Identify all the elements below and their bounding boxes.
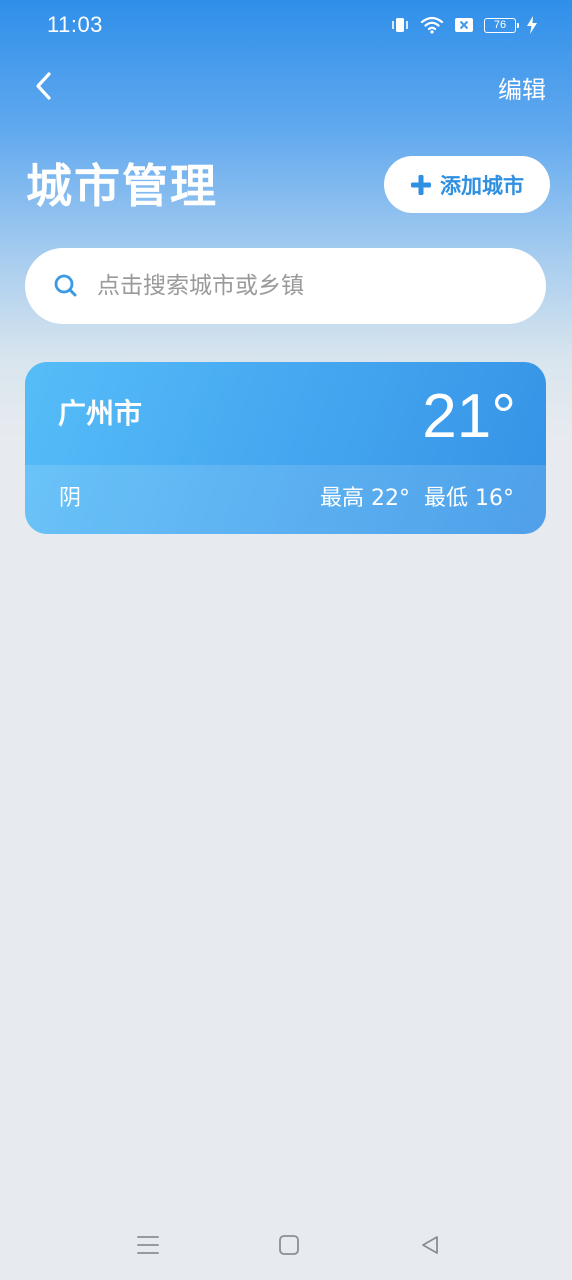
home-icon bbox=[279, 1235, 299, 1255]
city-card-guangzhou[interactable]: 广州市 21° 阴 最高 22° 最低 16° bbox=[25, 362, 546, 534]
page-title: 城市管理 bbox=[26, 159, 218, 213]
search-input[interactable] bbox=[97, 273, 517, 299]
search-bar[interactable] bbox=[25, 248, 546, 324]
vibrate-icon bbox=[390, 15, 410, 35]
home-button[interactable] bbox=[276, 1232, 302, 1258]
status-time: 11:03 bbox=[47, 12, 103, 37]
city-temperature: 21° bbox=[422, 382, 516, 451]
charging-icon bbox=[526, 15, 538, 35]
city-temp-low: 最低 16° bbox=[424, 486, 514, 511]
system-back-button[interactable] bbox=[417, 1232, 443, 1258]
add-city-label: 添加城市 bbox=[440, 173, 524, 198]
search-icon bbox=[54, 274, 77, 297]
city-management-screen: 11:03 76 编辑 城市管理 添加城市 点击搜索城市或乡镇 广州市 21° … bbox=[0, 0, 572, 1280]
system-nav-bar bbox=[0, 1210, 572, 1280]
city-temp-range: 最高 22° 最低 16° bbox=[320, 480, 514, 512]
battery-icon: 76 bbox=[484, 17, 519, 33]
city-temp-high: 最高 22° bbox=[320, 486, 410, 511]
recent-apps-button[interactable] bbox=[135, 1232, 161, 1258]
back-button[interactable] bbox=[24, 64, 64, 108]
chevron-left-icon bbox=[36, 72, 51, 100]
status-bar: 11:03 76 bbox=[0, 0, 572, 50]
status-icons: 76 bbox=[390, 14, 538, 36]
city-weather: 阴 bbox=[59, 486, 82, 511]
menu-icon bbox=[137, 1236, 159, 1254]
edit-button[interactable]: 编辑 bbox=[498, 70, 546, 105]
add-city-button[interactable]: 添加城市 bbox=[384, 156, 550, 213]
plus-icon bbox=[411, 174, 431, 195]
sim-blocked-icon bbox=[454, 16, 474, 34]
battery-level: 76 bbox=[493, 18, 507, 31]
back-triangle-icon bbox=[422, 1236, 438, 1254]
city-name: 广州市 bbox=[58, 397, 143, 430]
wifi-icon bbox=[420, 15, 444, 35]
